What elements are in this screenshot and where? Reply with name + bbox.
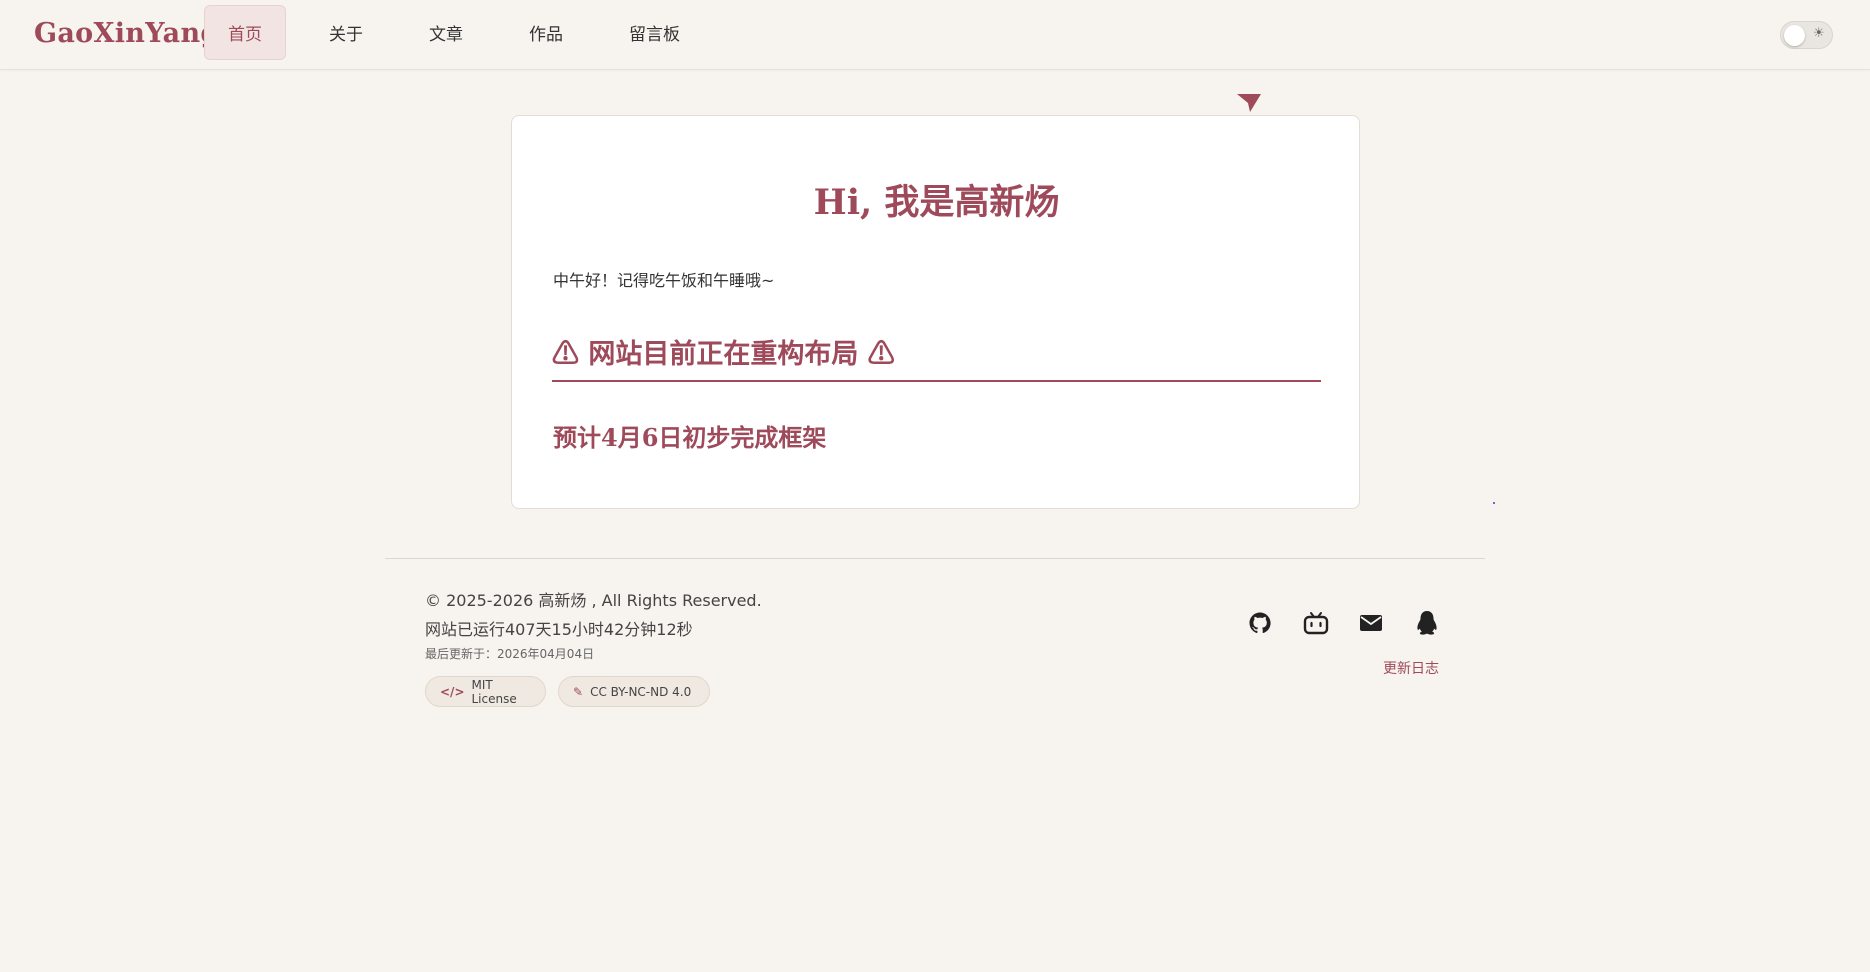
theme-toggle[interactable]: ☀ — [1780, 21, 1833, 49]
nav-item-works[interactable]: 作品 — [506, 5, 586, 60]
intro-card: Hi, 我是高新炀 中午好！记得吃午饭和午睡哦~ ⚠ 网站目前正在重构布局 ⚠ … — [511, 115, 1360, 509]
uptime-text: 网站已运行407天15小时42分钟12秒 — [425, 620, 693, 639]
code-icon: </> — [440, 684, 465, 699]
main-nav: 首页 关于 文章 作品 留言板 — [204, 5, 723, 60]
bilibili-icon — [1303, 612, 1329, 635]
qq-icon — [1417, 611, 1437, 635]
paper-plane-icon — [1237, 94, 1261, 112]
changelog-link[interactable]: 更新日志 — [1383, 658, 1439, 678]
mit-license-badge[interactable]: </> MIT License — [425, 676, 546, 707]
footer-divider — [385, 558, 1485, 559]
nav-item-about[interactable]: 关于 — [306, 5, 386, 60]
badge-label: MIT License — [471, 677, 517, 706]
copyright-text: © 2025-2026 高新炀 , All Rights Reserved. — [425, 591, 762, 610]
sun-icon: ☀ — [1813, 26, 1825, 41]
toggle-knob — [1784, 25, 1805, 46]
nav-item-guestbook[interactable]: 留言板 — [606, 5, 703, 60]
brand-logo[interactable]: GaoXinYang — [34, 18, 220, 49]
last-updated-text: 最后更新于：2026年04月04日 — [425, 647, 595, 661]
greeting-text: 中午好！记得吃午饭和午睡哦~ — [553, 271, 775, 290]
bilibili-link[interactable] — [1302, 609, 1330, 637]
badge-label: CC BY-NC-ND 4.0 — [590, 684, 692, 699]
nav-item-articles[interactable]: 文章 — [406, 5, 486, 60]
email-link[interactable] — [1357, 609, 1385, 637]
qq-link[interactable] — [1413, 609, 1441, 637]
pen-icon: ✎ — [573, 684, 584, 699]
top-navbar: GaoXinYang 首页 关于 文章 作品 留言板 ☀ — [0, 0, 1870, 70]
hero-title: Hi, 我是高新炀 — [813, 182, 1060, 223]
decorative-dot — [1493, 502, 1495, 504]
nav-item-home[interactable]: 首页 — [204, 5, 286, 60]
github-link[interactable] — [1246, 609, 1274, 637]
mail-icon — [1360, 615, 1382, 631]
plan-text: 预计4月6日初步完成框架 — [553, 423, 827, 452]
cc-license-badge[interactable]: ✎ CC BY-NC-ND 4.0 — [558, 676, 710, 707]
github-icon — [1249, 612, 1271, 634]
construction-notice: ⚠ 网站目前正在重构布局 ⚠ — [552, 332, 1321, 382]
